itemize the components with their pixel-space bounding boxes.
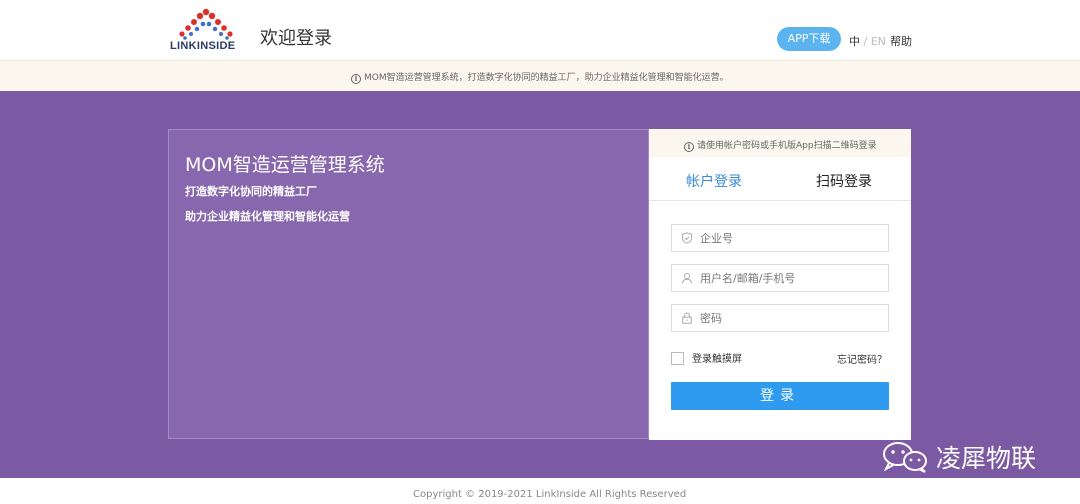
lang-zh-link[interactable]: 中 xyxy=(849,35,860,48)
watermark-text: 凌犀物联 xyxy=(936,444,1037,473)
page-title: 欢迎登录 xyxy=(260,28,332,49)
username-field xyxy=(671,264,889,292)
forgot-password-link[interactable]: 忘记密码？ xyxy=(837,351,887,366)
banner-line-1: 打造数字化协同的精益工厂 xyxy=(185,185,317,198)
touchscreen-checkbox[interactable] xyxy=(671,352,684,365)
notice-text: MOM智造运营管理系统，打造数字化协同的精益工厂，助力企业精益化管理和智能化运营… xyxy=(364,73,729,83)
tab-qr-login[interactable]: 扫码登录 xyxy=(816,171,872,191)
tab-account-login[interactable]: 帐户登录 xyxy=(686,171,742,191)
company-field xyxy=(671,224,889,252)
info-icon: i xyxy=(684,142,694,152)
notice-bar: i MOM智造运营管理系统，打造数字化协同的精益工厂，助力企业精益化管理和智能化运… xyxy=(0,60,1080,91)
shield-icon xyxy=(682,232,692,244)
user-icon xyxy=(682,273,692,284)
username-input[interactable] xyxy=(700,269,880,288)
header: LINKINSIDE 欢迎登录 APP下载 中 / EN 帮助 xyxy=(0,0,1080,60)
login-notice: i 请使用帐户密码或手机版App扫描二维码登录 xyxy=(649,129,911,157)
linkinside-logo[interactable]: LINKINSIDE xyxy=(168,8,248,54)
lang-en-link[interactable]: EN xyxy=(871,35,886,48)
company-input[interactable] xyxy=(700,229,880,248)
touchscreen-login-option: 登录触摸屏 xyxy=(671,350,742,365)
footer-copyright: Copyright © 2019-2021 LinkInside All Rig… xyxy=(413,489,687,500)
banner-title: MOM智造运营管理系统 xyxy=(185,154,385,176)
password-field xyxy=(671,304,889,332)
logo-dots-icon xyxy=(179,8,233,40)
lock-icon xyxy=(682,312,692,324)
lang-separator: / xyxy=(863,35,868,48)
app-download-button[interactable]: APP下载 xyxy=(777,27,841,51)
login-notice-text: 请使用帐户密码或手机版App扫描二维码登录 xyxy=(697,141,877,151)
banner-panel: MOM智造运营管理系统 打造数字化协同的精益工厂 助力企业精益化管理和智能化运营 xyxy=(168,129,649,439)
language-switcher: 中 / EN xyxy=(849,33,886,49)
login-tabs: 帐户登录 扫码登录 xyxy=(649,157,911,201)
login-button[interactable]: 登录 xyxy=(671,382,889,410)
wechat-icon xyxy=(883,442,927,473)
password-input[interactable] xyxy=(700,309,880,328)
login-card: i请使用帐户密码或手机版App扫描二维码登录 帐户登录 扫码登录 登录触摸屏 忘… xyxy=(649,129,911,440)
banner-line-2: 助力企业精益化管理和智能化运营 xyxy=(185,210,350,223)
logo-text: LINKINSIDE xyxy=(170,40,236,52)
help-link[interactable]: 帮助 xyxy=(890,33,912,49)
touchscreen-label[interactable]: 登录触摸屏 xyxy=(692,354,742,365)
info-icon: i xyxy=(351,74,361,84)
